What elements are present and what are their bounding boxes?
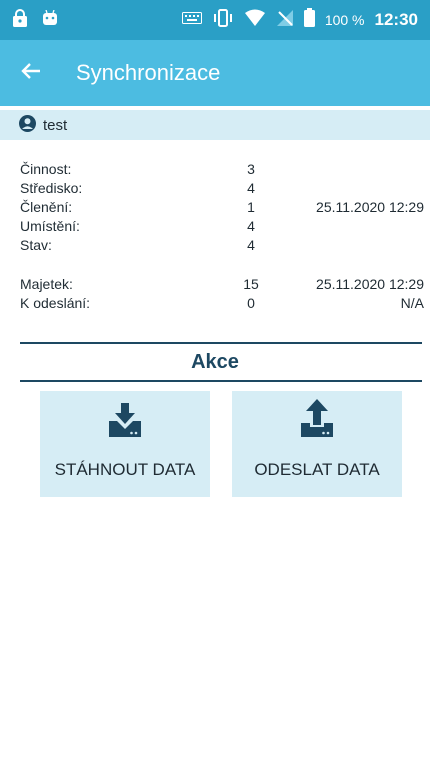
stat-count: 1 <box>247 199 255 215</box>
stat-label: K odeslání: <box>20 295 91 311</box>
stat-count: 0 <box>247 295 255 311</box>
user-name: test <box>43 116 68 134</box>
actions-title: Akce <box>191 351 239 373</box>
stat-count: 4 <box>247 180 255 196</box>
stat-row-stredisko: Středisko: 4 <box>20 180 424 199</box>
divider-bottom <box>20 380 422 382</box>
sync-stats: Činnost: 3 Středisko: 4 Členění: 1 25.11… <box>20 161 424 314</box>
user-bar: test <box>0 110 430 140</box>
stat-count: 15 <box>243 276 259 292</box>
upload-icon <box>300 397 334 437</box>
download-data-label: STÁHNOUT DATA <box>54 460 196 479</box>
stat-row-cleneni: Členění: 1 25.11.2020 12:29 <box>20 199 424 218</box>
stat-label: Středisko: <box>20 180 83 196</box>
battery-icon <box>303 8 315 32</box>
lock-icon <box>12 8 28 32</box>
app-bar: Synchronizace <box>0 40 430 106</box>
android-icon <box>42 9 58 31</box>
upload-data-button[interactable]: ODESLAT DATA <box>232 391 402 497</box>
stat-row-k-odeslani: K odeslání: 0 N/A <box>20 295 424 314</box>
arrow-left-icon[interactable] <box>21 62 41 85</box>
stat-date: N/A <box>400 295 424 311</box>
page-title: Synchronizace <box>76 60 221 85</box>
stat-date: 25.11.2020 12:29 <box>316 276 424 292</box>
download-data-button[interactable]: STÁHNOUT DATA <box>40 391 210 497</box>
clock: 12:30 <box>374 10 418 29</box>
no-sim-icon <box>276 9 294 32</box>
stat-count: 4 <box>247 218 255 234</box>
stat-date: 25.11.2020 12:29 <box>316 199 424 215</box>
stat-count: 3 <box>247 161 255 177</box>
stat-row-cinnost: Činnost: 3 <box>20 161 424 180</box>
status-bar: 100 % 12:30 <box>0 0 430 40</box>
stat-row-majetek: Majetek: 15 25.11.2020 12:29 <box>20 276 424 295</box>
stats-spacer <box>20 256 424 276</box>
download-icon <box>108 397 142 437</box>
stat-label: Členění: <box>20 199 73 215</box>
wifi-icon <box>244 9 266 32</box>
stat-label: Umístění: <box>20 218 80 234</box>
stat-count: 4 <box>247 237 255 253</box>
vibrate-icon <box>212 8 234 32</box>
stat-label: Stav: <box>20 237 52 253</box>
battery-percent: 100 % <box>324 12 365 28</box>
keyboard-icon <box>181 11 202 29</box>
stat-label: Majetek: <box>20 276 73 292</box>
stat-row-stav: Stav: 4 <box>20 237 424 256</box>
stat-row-umisteni: Umístění: 4 <box>20 218 424 237</box>
back-button[interactable] <box>0 40 62 106</box>
user-circle-icon <box>19 114 36 136</box>
divider-top <box>20 342 422 344</box>
stat-label: Činnost: <box>20 161 72 177</box>
upload-data-label: ODESLAT DATA <box>254 460 380 479</box>
